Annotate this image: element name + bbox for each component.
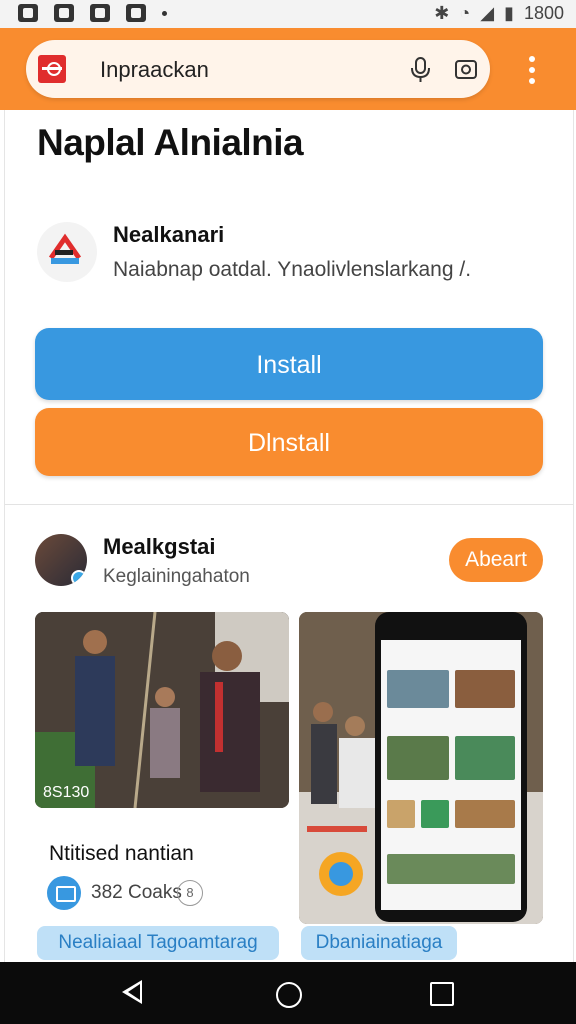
app-name: Nealkanari xyxy=(113,222,225,247)
card-photo[interactable] xyxy=(299,612,543,924)
bluetooth-icon: ✱ xyxy=(434,3,450,23)
back-icon[interactable] xyxy=(122,980,142,1004)
status-bar: ✱ ◔ ◢ ▮ 1800 xyxy=(0,0,576,28)
app-logo-icon xyxy=(48,233,82,264)
more-notifications-icon xyxy=(162,10,167,16)
notification-icon xyxy=(18,4,38,22)
system-icons: ✱ ◔ ◢ ▮ 1800 xyxy=(434,3,564,24)
page-title: Naplal Alnialnia xyxy=(37,122,304,163)
chart-icon xyxy=(47,876,81,910)
battery-icon: ▮ xyxy=(504,3,514,23)
site-icon xyxy=(38,55,66,83)
count-badge: 8 xyxy=(177,880,203,906)
notification-icon xyxy=(126,4,146,22)
address-bar[interactable]: Inpraackan xyxy=(26,40,490,98)
card-photo[interactable]: 8S130 xyxy=(35,612,289,808)
camera-icon[interactable] xyxy=(454,58,478,80)
people-photo xyxy=(35,612,289,808)
url-text[interactable]: Inpraackan xyxy=(100,57,209,83)
phone-screen xyxy=(381,640,521,910)
microphone-icon[interactable] xyxy=(408,56,434,84)
status-time: 1800 xyxy=(523,3,564,23)
media-card[interactable]: Dbaniainatiaga xyxy=(299,612,543,962)
overflow-menu-icon[interactable] xyxy=(528,56,536,84)
notification-icons xyxy=(18,4,167,22)
notification-icon xyxy=(90,4,110,22)
tag-chip[interactable]: Dbaniainatiaga xyxy=(301,926,457,960)
media-card[interactable]: 8S130 Ntitised nantian 382 Coaks 8 Neali… xyxy=(35,612,289,962)
page-content: Naplal Alnialnia Nealkanari Naiabnap oat… xyxy=(4,110,574,962)
app-logo xyxy=(37,222,97,282)
signal-icon: ◢ xyxy=(480,3,495,23)
uninstall-button[interactable]: Dlnstall xyxy=(35,408,543,476)
channel-subtitle: Keglainingahaton xyxy=(103,566,250,587)
system-nav-bar xyxy=(0,962,576,1024)
avatar[interactable] xyxy=(35,534,87,586)
install-button[interactable]: Install xyxy=(35,328,543,400)
notification-icon xyxy=(54,4,74,22)
photo-label: 8S130 xyxy=(43,784,90,801)
recent-apps-icon[interactable] xyxy=(430,982,454,1006)
browser-toolbar: Inpraackan xyxy=(0,28,576,110)
phone-mockup xyxy=(375,612,527,922)
card-title[interactable]: Ntitised nantian xyxy=(49,842,194,866)
divider xyxy=(5,504,573,505)
card-meta: 382 Coaks xyxy=(91,882,182,903)
home-icon[interactable] xyxy=(276,982,302,1008)
app-description: Naiabnap oatdal. Ynaolivlenslarkang /. xyxy=(113,258,472,281)
channel-name[interactable]: Mealkgstai xyxy=(103,534,216,560)
wifi-icon: ◔ xyxy=(459,3,471,23)
about-button[interactable]: Abeart xyxy=(449,538,543,582)
tag-chip[interactable]: Nealiaiaal Tagoamtarag xyxy=(37,926,279,960)
